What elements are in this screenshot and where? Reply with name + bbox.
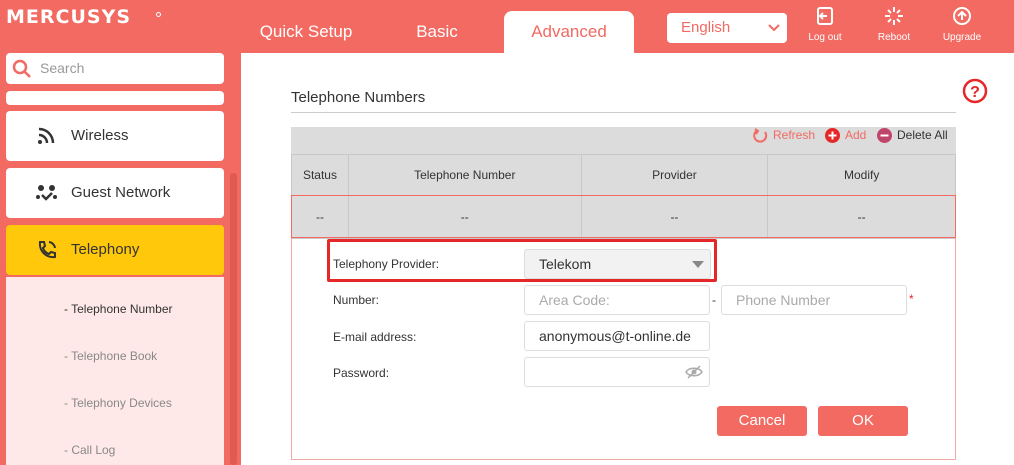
search-icon — [12, 59, 31, 78]
reboot-icon — [885, 7, 903, 25]
telephone-numbers-table: Status Telephone Number Provider Modify … — [291, 154, 956, 239]
delete-all-button[interactable]: Delete All — [877, 128, 948, 143]
email-label: E-mail address: — [333, 330, 417, 344]
svg-text:?: ? — [970, 84, 980, 101]
area-code-input[interactable]: Area Code: — [524, 285, 710, 315]
provider-value: Telekom — [539, 256, 592, 272]
sidebar-item-previous[interactable] — [6, 91, 224, 105]
language-value: English — [681, 19, 731, 36]
reboot-label: Reboot — [877, 32, 911, 43]
upgrade-icon — [953, 7, 971, 25]
submenu-call-log[interactable]: - Call Log — [64, 443, 115, 457]
refresh-button[interactable]: Refresh — [753, 128, 816, 143]
sidebar-scrollbar[interactable] — [230, 173, 237, 465]
submenu-telephone-book[interactable]: - Telephone Book — [64, 349, 157, 363]
dropdown-triangle-icon — [692, 261, 704, 268]
provider-label: Telephony Provider: — [333, 257, 440, 271]
eye-hidden-icon[interactable] — [685, 365, 703, 379]
phone-number-input[interactable]: Phone Number — [721, 285, 907, 315]
language-select[interactable]: English — [667, 13, 787, 43]
submenu-telephony-devices[interactable]: - Telephony Devices — [64, 396, 172, 410]
sidebar-item-label: Guest Network — [71, 184, 171, 201]
sidebar-item-label: Wireless — [71, 127, 129, 144]
table-cell: -- — [580, 195, 769, 239]
sidebar: Search Wireless Guest Network Telephony … — [0, 53, 240, 465]
tab-basic[interactable]: Basic — [377, 11, 497, 53]
phone-icon — [38, 241, 56, 259]
tab-quick-setup[interactable]: Quick Setup — [246, 11, 366, 53]
column-header-telephone-number: Telephone Number — [347, 154, 582, 196]
logout-button[interactable]: Log out — [799, 6, 851, 43]
guest-users-icon — [36, 185, 57, 201]
search-input[interactable]: Search — [6, 53, 224, 84]
refresh-icon — [753, 128, 768, 143]
required-mark: * — [909, 292, 914, 306]
password-label: Password: — [333, 366, 390, 380]
upgrade-label: Upgrade — [942, 32, 982, 43]
logo-registered-mark — [156, 12, 161, 17]
chevron-down-icon — [767, 13, 781, 54]
page-title: Telephone Numbers — [291, 89, 426, 106]
tab-advanced[interactable]: Advanced — [504, 11, 634, 53]
logout-icon — [817, 7, 833, 25]
column-header-modify: Modify — [767, 154, 956, 196]
sidebar-item-telephony[interactable]: Telephony — [6, 225, 224, 275]
cancel-button[interactable]: Cancel — [717, 406, 807, 436]
delete-all-label: Delete All — [897, 128, 948, 142]
reboot-button[interactable]: Reboot — [868, 6, 920, 43]
logo: MERCUSYS — [6, 6, 132, 28]
sidebar-item-guest-network[interactable]: Guest Network — [6, 168, 224, 218]
wifi-icon — [38, 127, 55, 144]
upgrade-button[interactable]: Upgrade — [936, 6, 988, 43]
add-button[interactable]: Add — [825, 128, 867, 143]
column-header-status: Status — [291, 154, 349, 196]
add-icon — [825, 128, 840, 143]
table-cell: -- — [291, 195, 349, 239]
password-input[interactable] — [524, 357, 710, 387]
delete-icon — [877, 128, 892, 143]
table-cell: -- — [767, 195, 956, 239]
provider-select[interactable]: Telekom — [524, 249, 711, 279]
sidebar-item-label: Telephony — [71, 241, 140, 258]
sidebar-item-wireless[interactable]: Wireless — [6, 111, 224, 161]
divider — [291, 112, 956, 113]
submenu-telephone-number[interactable]: - Telephone Number — [64, 302, 173, 316]
logout-label: Log out — [808, 32, 842, 43]
number-separator: - — [712, 293, 716, 307]
table-cell: -- — [347, 195, 582, 239]
refresh-label: Refresh — [773, 128, 816, 142]
add-label: Add — [845, 128, 867, 142]
email-input[interactable]: anonymous@t-online.de — [524, 321, 710, 351]
help-icon[interactable]: ? — [962, 78, 988, 109]
search-placeholder: Search — [40, 60, 85, 76]
ok-button[interactable]: OK — [818, 406, 908, 436]
number-label: Number: — [333, 293, 380, 307]
table-row[interactable]: -- -- -- -- — [291, 195, 956, 239]
column-header-provider: Provider — [580, 154, 769, 196]
